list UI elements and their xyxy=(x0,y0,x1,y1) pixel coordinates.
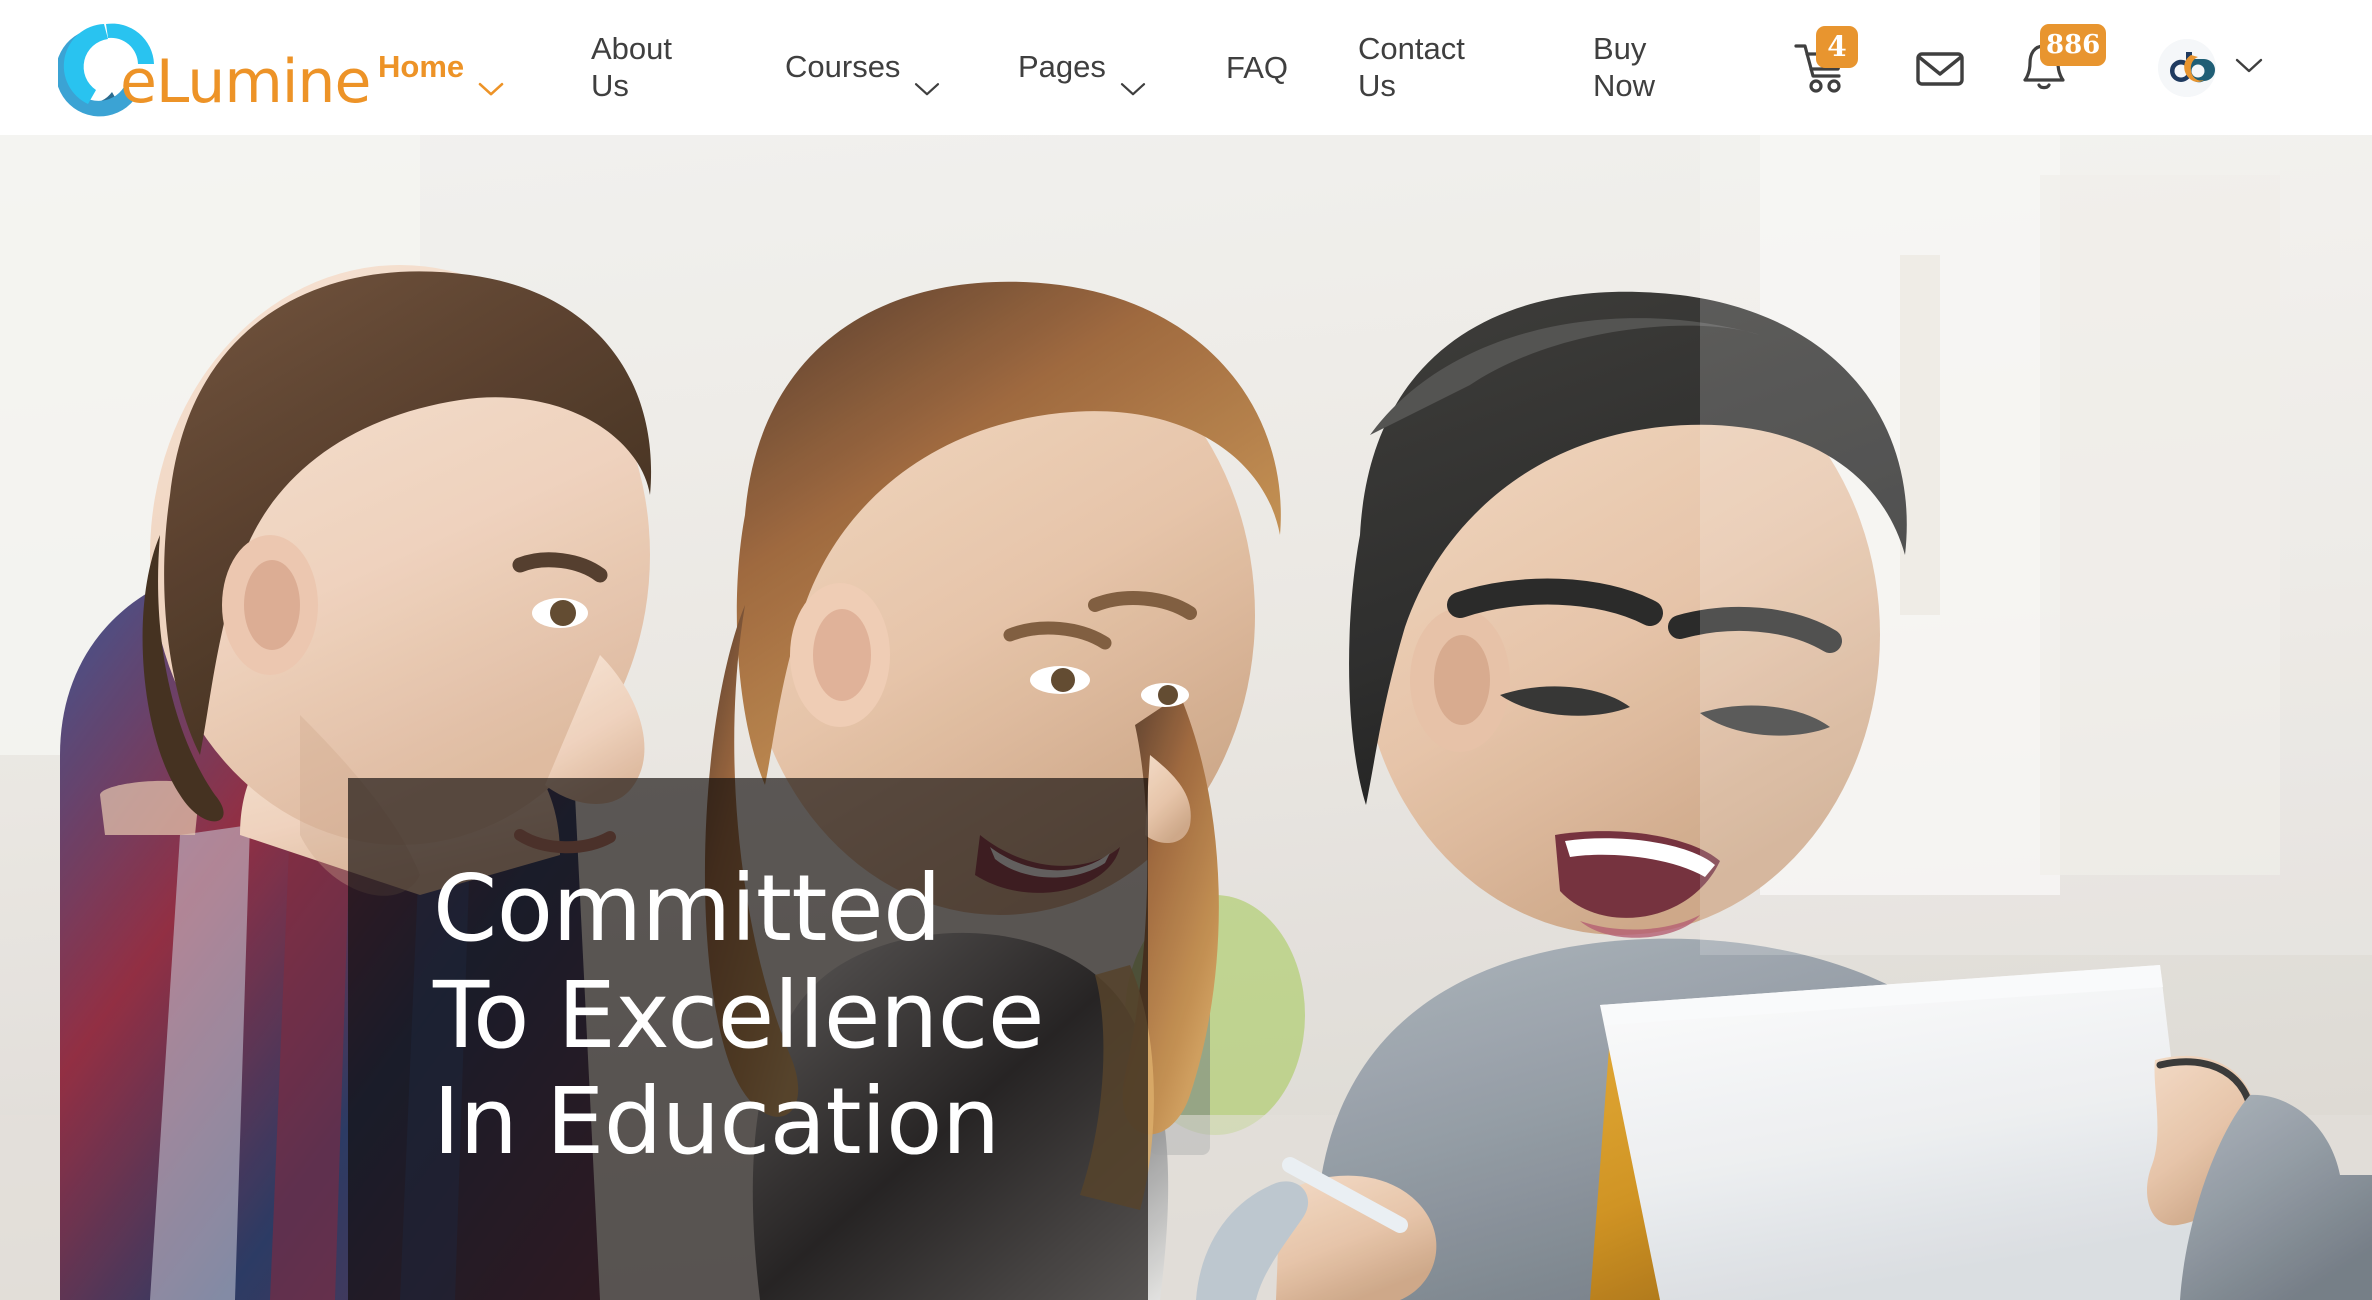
nav-item-pages[interactable]: Pages xyxy=(1018,29,1146,107)
primary-navigation: Home About Us Courses Pages FAQ Contact … xyxy=(378,0,1778,135)
notifications-button[interactable]: 886 xyxy=(2012,23,2107,100)
nav-item-contact-us-label: Contact Us xyxy=(1358,30,1465,104)
nav-item-faq[interactable]: FAQ xyxy=(1226,49,1288,87)
nav-item-pages-label: Pages xyxy=(1018,49,1106,85)
account-menu-button[interactable] xyxy=(2158,38,2264,97)
nav-item-about-us[interactable]: About Us xyxy=(591,30,672,106)
user-avatar-logo-icon xyxy=(2158,38,2216,97)
chevron-down-icon xyxy=(1120,31,1146,107)
envelope-icon xyxy=(1916,51,1964,86)
site-logo[interactable]: eLumine xyxy=(55,14,371,120)
messages-button[interactable] xyxy=(1908,36,1972,100)
nav-item-courses-label: Courses xyxy=(785,49,901,85)
header-actions: 4 886 xyxy=(1772,0,2372,135)
nav-item-courses[interactable]: Courses xyxy=(785,29,940,107)
cart-button[interactable]: 4 xyxy=(1788,25,1858,100)
nav-item-home[interactable]: Home xyxy=(378,29,504,107)
nav-item-contact-us[interactable]: Contact Us xyxy=(1358,30,1465,106)
chevron-down-icon xyxy=(478,31,504,107)
notifications-badge: 886 xyxy=(2040,23,2107,66)
nav-item-buy-now-label: Buy Now xyxy=(1593,30,1656,104)
hero-heading: Committed To Excellence In Education xyxy=(433,855,1044,1176)
nav-item-home-label: Home xyxy=(378,49,465,85)
site-header: eLumine Home About Us Courses Pages FAQ xyxy=(0,0,2372,135)
nav-item-about-us-label: About Us xyxy=(591,30,673,104)
hero-text-overlay: Committed To Excellence In Education xyxy=(348,778,1148,1300)
hero-banner: Committed To Excellence In Education xyxy=(0,135,2372,1300)
cart-badge: 4 xyxy=(1816,25,1858,68)
nav-item-faq-label: FAQ xyxy=(1226,49,1289,85)
logo-wordmark: eLumine xyxy=(120,47,371,117)
nav-item-buy-now[interactable]: Buy Now xyxy=(1593,30,1655,106)
chevron-down-icon xyxy=(2234,56,2264,79)
chevron-down-icon xyxy=(914,31,940,107)
